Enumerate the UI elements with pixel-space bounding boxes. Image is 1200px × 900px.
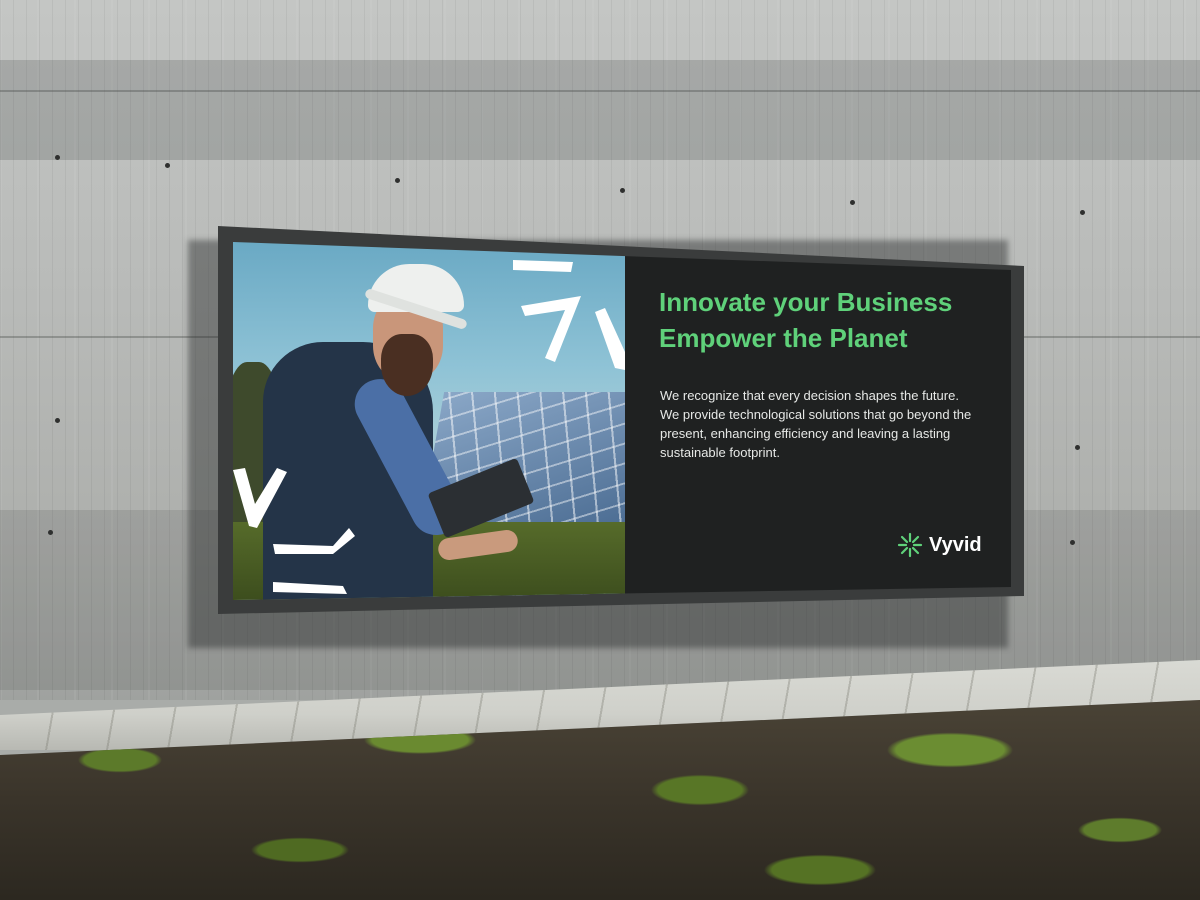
scene: Innovate your Business Empower the Plane… [0,0,1200,900]
chevron-mark [273,582,347,594]
headline-line: Innovate your Business [659,287,953,317]
wall-tie-hole [55,418,60,423]
chevron-mark [513,260,573,272]
wall-tie-hole [1075,445,1080,450]
body-copy: We recognize that every decision shapes … [660,386,990,462]
logo-wordmark: Vyvid [929,533,982,556]
asterisk-burst-icon [897,532,923,558]
chevron-mark [595,308,625,370]
headline-line: Empower the Planet [659,323,908,353]
brand-logo: Vyvid [897,532,982,558]
headline: Innovate your Business Empower the Plane… [659,284,999,356]
wall-tie-hole [165,163,170,168]
wall-tie-hole [620,188,625,193]
body-line: We recognize that every decision shapes … [660,388,959,403]
body-line: We provide technological solutions that … [660,407,972,422]
wall-seam [0,90,1200,92]
wall-tie-hole [48,530,53,535]
wall-tie-hole [55,155,60,160]
wall-tie-hole [1070,540,1075,545]
wall-tie-hole [1080,210,1085,215]
body-line: sustainable footprint. [660,445,780,460]
body-line: present, enhancing efficiency and leavin… [660,426,951,441]
chevron-mark [273,528,355,554]
wall-tie-hole [850,200,855,205]
text-panel: Innovate your Business Empower the Plane… [625,242,1011,600]
chevron-mark [233,468,287,528]
chevron-mark [521,296,581,362]
billboard-poster: Innovate your Business Empower the Plane… [233,242,1011,600]
wall-tie-hole [395,178,400,183]
wall-shadow [0,60,1200,160]
worker-photo [233,242,625,600]
chevron-graphics [233,260,625,594]
